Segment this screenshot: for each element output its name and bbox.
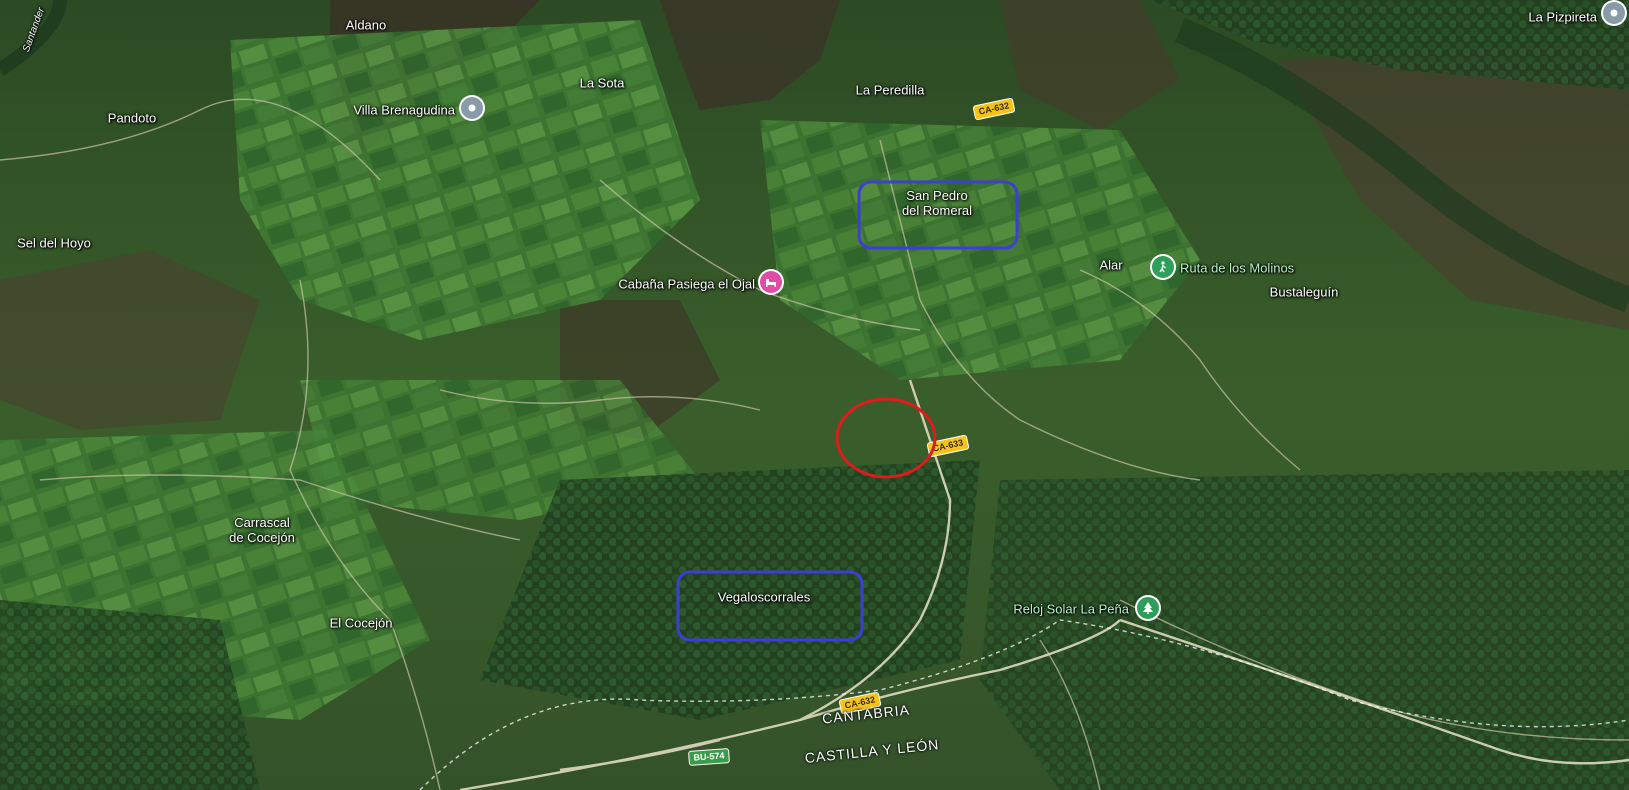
place-label-san-pedro-del-romeral[interactable]: San Pedro del Romeral <box>902 188 972 218</box>
bed-icon[interactable] <box>760 271 782 293</box>
place-pin-icon[interactable] <box>1603 2 1625 24</box>
place-label-sel-del-hoyo[interactable]: Sel del Hoyo <box>17 236 91 251</box>
place-label-bustaleguin[interactable]: Bustaleguín <box>1270 285 1339 300</box>
place-label-vegaloscorrales[interactable]: Vegaloscorrales <box>718 590 811 605</box>
place-label-line: del Romeral <box>901 203 973 218</box>
place-label-line: de Cocejón <box>229 530 295 545</box>
place-label-alar[interactable]: Alar <box>1099 258 1122 273</box>
satellite-terrain <box>0 0 1629 790</box>
place-pin-icon[interactable] <box>461 97 483 119</box>
satellite-map[interactable]: Aldano La Sota Pandoto La Peredilla Sel … <box>0 0 1629 790</box>
place-label-carrascal-de-cocejon[interactable]: Carrascal de Cocejón <box>229 515 295 545</box>
poi-label-cabana-pasiega-el-ojal[interactable]: Cabaña Pasiega el Ojal <box>618 277 755 292</box>
place-label-pandoto[interactable]: Pandoto <box>108 111 156 126</box>
hiker-icon[interactable] <box>1152 256 1174 278</box>
tree-icon[interactable] <box>1137 597 1159 619</box>
place-label-la-peredilla[interactable]: La Peredilla <box>856 83 925 98</box>
place-label-line: Carrascal <box>234 515 290 530</box>
poi-label-ruta-de-los-molinos[interactable]: Ruta de los Molinos <box>1180 261 1294 276</box>
poi-label-villa-brenagudina[interactable]: Villa Brenagudina <box>353 103 455 118</box>
road-shield-bu-574[interactable]: BU-574 <box>689 749 729 765</box>
place-label-la-sota[interactable]: La Sota <box>580 76 625 91</box>
poi-label-la-pizpireta[interactable]: La Pizpireta <box>1528 10 1597 25</box>
place-label-el-cocejon[interactable]: El Cocejón <box>330 616 393 631</box>
place-label-aldano[interactable]: Aldano <box>346 18 386 33</box>
place-label-line: San Pedro <box>906 188 968 203</box>
poi-label-reloj-solar-la-pena[interactable]: Reloj Solar La Peña <box>1013 602 1129 617</box>
